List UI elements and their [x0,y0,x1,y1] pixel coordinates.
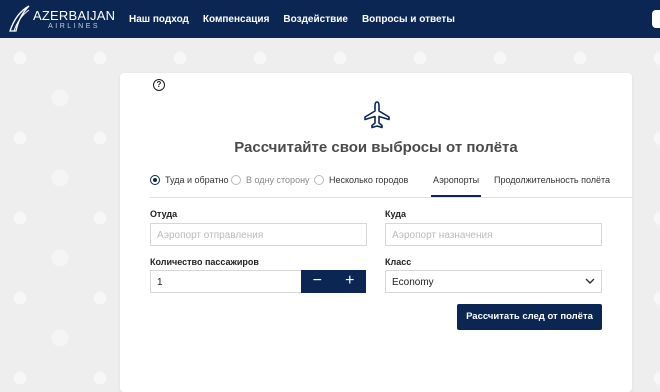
class-select[interactable]: Economy [385,270,602,293]
from-airport-input[interactable]: Аэропорт отправления [150,223,367,246]
trip-options-row: Туда и обратно В одну сторону Несколько … [150,170,632,198]
tab-flight-duration[interactable]: Продолжительность полёта [494,175,610,185]
radio-one-way[interactable]: В одну сторону [231,175,310,185]
increment-button[interactable]: + [334,270,367,293]
to-airport-input[interactable]: Аэропорт назначения [385,223,602,246]
class-select-value: Economy [392,277,434,288]
plane-icon [364,101,390,129]
to-label: Куда [385,209,406,219]
calculator-title: Рассчитайте свои выбросы от полёта [234,139,518,156]
passengers-label: Количество пассажиров [150,257,259,267]
radio-label: В одну сторону [246,175,310,185]
azerbaijan-airlines-logo[interactable]: AZERBAIJAN AIRLINES [8,4,118,34]
main-nav: Наш подход Компенсация Воздействие Вопро… [129,0,469,38]
calculate-footprint-button[interactable]: Рассчитать след от полёта [457,304,602,330]
tab-airports[interactable]: Аэропорты [430,175,482,197]
class-label: Класс [385,257,412,267]
nav-item-our-approach[interactable]: Наш подход [129,14,189,25]
logo-sub-text: AIRLINES [48,22,101,30]
passengers-stepper: − + [301,270,366,293]
nav-item-compensation[interactable]: Компенсация [203,14,270,25]
radio-round-trip[interactable]: Туда и обратно [150,175,229,185]
help-icon[interactable]: ? [153,79,165,91]
chevron-down-icon [585,278,595,284]
top-navigation-bar: AZERBAIJAN AIRLINES Наш подход Компенсац… [0,0,660,38]
decrement-button[interactable]: − [301,270,334,293]
passengers-input[interactable]: 1 [150,270,302,293]
user-menu-icon[interactable] [652,10,660,28]
radio-dot [314,175,324,185]
logo-main-text: AZERBAIJAN [33,7,116,23]
from-label: Отуда [150,209,178,219]
emissions-calculator-card: ? Рассчитайте свои выбросы от полёта Туд… [120,73,632,392]
nav-item-faq[interactable]: Вопросы и ответы [362,14,455,25]
radio-label: Несколько городов [329,175,409,185]
radio-dot [150,175,160,185]
logo-wing-icon [9,5,30,32]
radio-multi-city[interactable]: Несколько городов [314,175,408,185]
nav-item-impact[interactable]: Воздействие [283,14,348,25]
radio-dot [231,175,241,185]
radio-label: Туда и обратно [165,175,229,185]
